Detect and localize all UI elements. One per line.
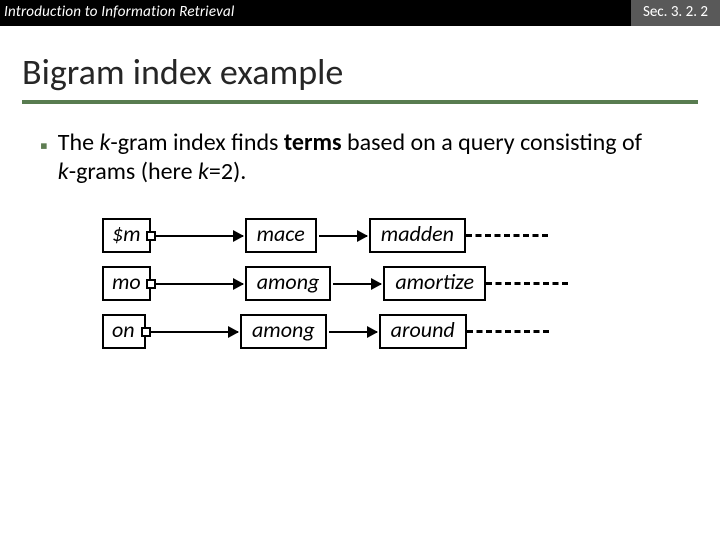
- term-box: among: [245, 266, 332, 300]
- bigram-key: $m: [102, 218, 151, 252]
- header-bar: Introduction to Information Retrieval Se…: [0, 0, 720, 26]
- arrow-icon: [153, 283, 243, 285]
- arrow-icon: [148, 331, 238, 333]
- page-title: Bigram index example: [0, 26, 720, 100]
- section-ref: Sec. 3. 2. 2: [631, 0, 720, 26]
- term-box: around: [379, 314, 467, 348]
- arrow-icon: [329, 331, 377, 333]
- body: ▪ The k-gram index finds terms based on …: [0, 104, 720, 351]
- term-box: madden: [369, 218, 466, 252]
- arrow-icon: [319, 235, 367, 237]
- chain-row: mo among amortize: [102, 265, 720, 303]
- arrow-icon: [153, 235, 243, 237]
- continuation-dashes: [486, 282, 568, 285]
- term-box: amortize: [383, 266, 486, 300]
- continuation-dashes: [467, 330, 549, 333]
- chain-row: on among around: [102, 313, 720, 351]
- continuation-dashes: [466, 234, 548, 237]
- arrow-icon: [333, 283, 381, 285]
- term-box: mace: [245, 218, 317, 252]
- course-title: Introduction to Information Retrieval: [0, 0, 631, 26]
- bigram-key: on: [102, 314, 146, 348]
- chain-row: $m mace madden: [102, 217, 720, 255]
- bullet-text: The k-gram index finds terms based on a …: [58, 128, 658, 187]
- bullet-item: ▪ The k-gram index finds terms based on …: [40, 128, 720, 187]
- term-box: among: [240, 314, 327, 348]
- bigram-key: mo: [102, 266, 151, 300]
- bullet-square-icon: ▪: [40, 128, 58, 159]
- bigram-chains: $m mace madden mo among amortize on amon…: [102, 217, 720, 351]
